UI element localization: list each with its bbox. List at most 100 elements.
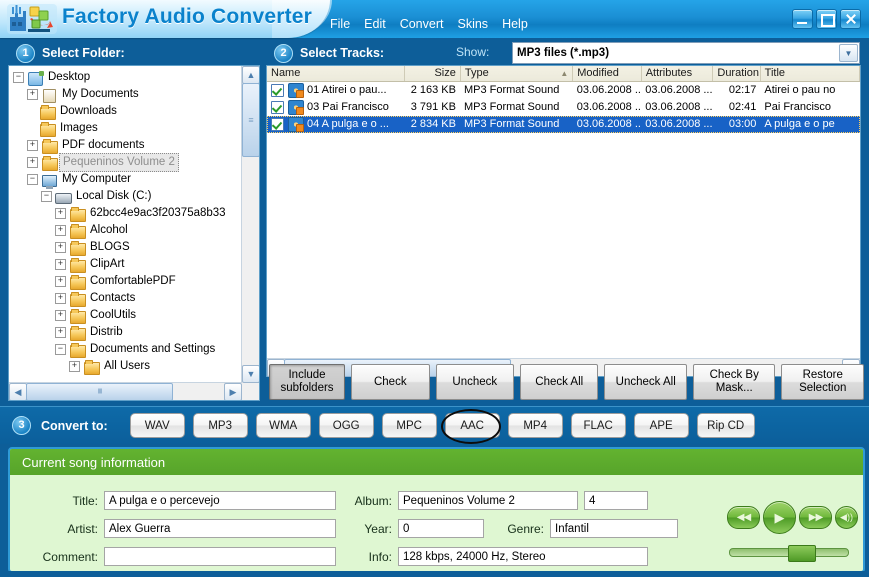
collapse-icon[interactable]: − — [13, 72, 24, 83]
column-header-modified[interactable]: Modified — [573, 66, 641, 81]
expand-icon[interactable]: + — [69, 361, 80, 372]
menu-item-convert[interactable]: Convert — [400, 17, 444, 31]
tree-node[interactable]: +All Users — [9, 358, 242, 375]
expand-icon[interactable]: + — [55, 208, 66, 219]
expand-icon[interactable]: + — [55, 293, 66, 304]
track-list-rows[interactable]: 01 Atirei o pau...2 163 KBMP3 Format Sou… — [267, 82, 860, 358]
tree-node[interactable]: +Alcohol — [9, 222, 242, 239]
format-button-aac[interactable]: AAC — [445, 413, 500, 438]
check-by-mask-button[interactable]: Check ByMask... — [693, 364, 776, 400]
tree-node[interactable]: +BLOGS — [9, 239, 242, 256]
format-button-ogg[interactable]: OGG — [319, 413, 374, 438]
column-header-duration[interactable]: Duration — [713, 66, 760, 81]
tree-node[interactable]: −Documents and Settings — [9, 341, 242, 358]
rewind-icon[interactable]: ◀◀ — [727, 506, 760, 529]
menu-item-help[interactable]: Help — [502, 17, 528, 31]
track-checkbox[interactable] — [271, 118, 284, 131]
tree-node[interactable]: −My Computer — [9, 171, 242, 188]
maximize-icon[interactable] — [816, 9, 837, 29]
table-row[interactable]: 03 Pai Francisco3 791 KBMP3 Format Sound… — [267, 99, 860, 116]
collapse-icon[interactable]: − — [27, 174, 38, 185]
track-checkbox[interactable] — [271, 101, 284, 114]
track-list-header-row[interactable]: NameSizeType▲ModifiedAttributesDurationT… — [267, 66, 860, 82]
expand-icon[interactable]: + — [55, 259, 66, 270]
format-button-flac[interactable]: FLAC — [571, 413, 626, 438]
mp3-file-icon — [288, 100, 304, 115]
year-input[interactable]: 0 — [398, 519, 484, 538]
column-header-type[interactable]: Type▲ — [461, 66, 573, 81]
genre-input[interactable]: Infantil — [550, 519, 678, 538]
column-header-name[interactable]: Name — [267, 66, 405, 81]
collapse-icon[interactable]: − — [55, 344, 66, 355]
format-button-rip-cd[interactable]: Rip CD — [697, 413, 755, 438]
menu-item-edit[interactable]: Edit — [364, 17, 386, 31]
minimize-icon[interactable] — [792, 9, 813, 29]
uncheck-button[interactable]: Uncheck — [436, 364, 514, 400]
chevron-down-icon[interactable]: ▼ — [839, 44, 858, 62]
expand-icon[interactable]: + — [55, 310, 66, 321]
album-input[interactable]: Pequeninos Volume 2 — [398, 491, 578, 510]
table-row[interactable]: 01 Atirei o pau...2 163 KBMP3 Format Sou… — [267, 82, 860, 99]
table-row[interactable]: 04 A pulga e o ...2 834 KBMP3 Format Sou… — [267, 116, 860, 133]
tree-node[interactable]: +ComfortablePDF — [9, 273, 242, 290]
scroll-thumb-horizontal[interactable] — [26, 383, 173, 401]
menu-item-skins[interactable]: Skins — [457, 17, 488, 31]
format-button-ape[interactable]: APE — [634, 413, 689, 438]
tree-node[interactable]: +Pequeninos Volume 2 — [9, 154, 242, 171]
collapse-icon[interactable]: − — [41, 191, 52, 202]
volume-icon[interactable]: ◀)) — [835, 506, 858, 529]
check-button[interactable]: Check — [351, 364, 429, 400]
expand-icon[interactable]: + — [55, 242, 66, 253]
scroll-up-button[interactable]: ▲ — [242, 66, 260, 84]
uncheck-all-button[interactable]: Uncheck All — [604, 364, 687, 400]
file-filter-dropdown[interactable]: MP3 files (*.mp3) ▼ — [512, 42, 860, 64]
close-icon[interactable] — [840, 9, 861, 29]
tree-node[interactable]: Images — [9, 120, 242, 137]
tree-node[interactable]: −Desktop — [9, 69, 242, 86]
column-header-size[interactable]: Size — [405, 66, 460, 81]
tree-node[interactable]: +Distrib — [9, 324, 242, 341]
folder-tree-horizontal-scrollbar[interactable]: ◀ ▶ — [9, 382, 242, 400]
tree-node[interactable]: +ClipArt — [9, 256, 242, 273]
artist-input[interactable]: Alex Guerra — [104, 519, 336, 538]
expand-icon[interactable]: + — [55, 327, 66, 338]
play-icon[interactable]: ▶ — [763, 501, 796, 534]
expand-icon[interactable]: + — [55, 225, 66, 236]
scroll-left-button[interactable]: ◀ — [9, 383, 27, 401]
tree-node[interactable]: +My Documents — [9, 86, 242, 103]
scroll-right-button[interactable]: ▶ — [224, 383, 242, 401]
seek-slider-thumb[interactable] — [788, 545, 816, 562]
tree-node[interactable]: +62bcc4e9ac3f20375a8b33 — [9, 205, 242, 222]
tree-node[interactable]: +PDF documents — [9, 137, 242, 154]
check-all-button[interactable]: Check All — [520, 364, 598, 400]
scroll-thumb-vertical[interactable] — [242, 83, 260, 157]
expand-icon[interactable]: + — [27, 140, 38, 151]
column-header-attributes[interactable]: Attributes — [642, 66, 714, 81]
format-button-mpc[interactable]: MPC — [382, 413, 437, 438]
format-button-mp4[interactable]: MP4 — [508, 413, 563, 438]
format-button-wav[interactable]: WAV — [130, 413, 185, 438]
fast-forward-icon[interactable]: ▶▶ — [799, 506, 832, 529]
restore-selection-button[interactable]: RestoreSelection — [781, 364, 864, 400]
column-header-title[interactable]: Title — [761, 66, 860, 81]
scroll-down-button[interactable]: ▼ — [242, 365, 260, 383]
comment-input[interactable] — [104, 547, 336, 566]
expand-icon[interactable]: + — [27, 157, 38, 168]
format-button-mp3[interactable]: MP3 — [193, 413, 248, 438]
title-input[interactable]: A pulga e o percevejo — [104, 491, 336, 510]
folder-tree-vertical-scrollbar[interactable]: ▲ ▼ — [241, 66, 259, 383]
expand-icon[interactable]: + — [55, 276, 66, 287]
menu-item-file[interactable]: File — [330, 17, 350, 31]
tree-node[interactable]: +Contacts — [9, 290, 242, 307]
track-number-input[interactable]: 4 — [584, 491, 648, 510]
tree-node[interactable]: −Local Disk (C:) — [9, 188, 242, 205]
tree-node[interactable]: Downloads — [9, 103, 242, 120]
format-button-wma[interactable]: WMA — [256, 413, 311, 438]
player-controls: ◀◀ ▶ ▶▶ ◀)) — [727, 501, 849, 559]
track-checkbox[interactable] — [271, 84, 284, 97]
expand-icon[interactable]: + — [27, 89, 38, 100]
include-subfolders-button[interactable]: Includesubfolders — [269, 364, 345, 400]
folder-tree[interactable]: −Desktop+My DocumentsDownloadsImages+PDF… — [9, 66, 242, 383]
seek-slider[interactable] — [729, 548, 849, 557]
tree-node[interactable]: +CoolUtils — [9, 307, 242, 324]
